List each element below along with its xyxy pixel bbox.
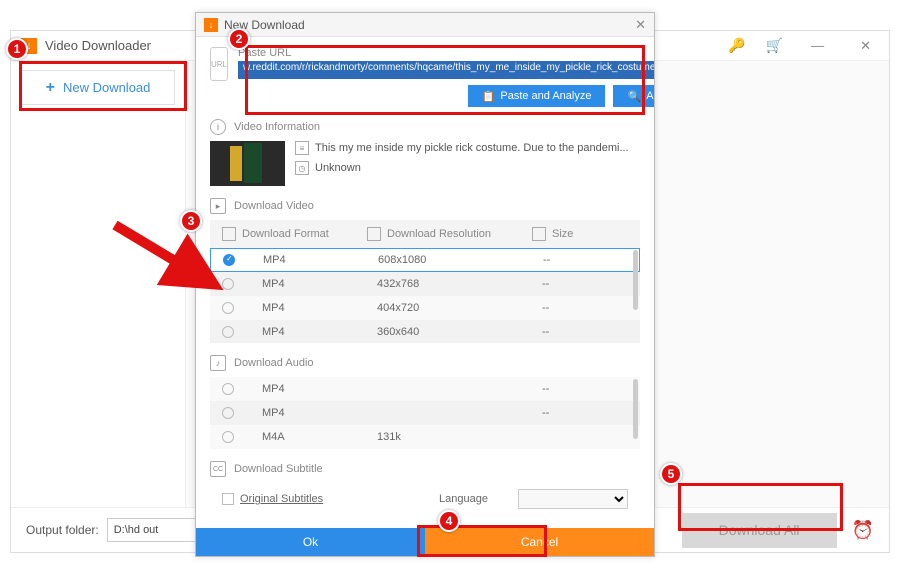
video-table-body: MP4608x1080--MP4432x768--MP4404x720--MP4… — [210, 248, 640, 343]
paste-icon: 📋 — [482, 90, 496, 103]
table-row[interactable]: MP4 608x1080 -- — [210, 248, 640, 272]
scrollbar-thumb[interactable] — [633, 379, 638, 439]
row-format: MP4 — [262, 278, 367, 290]
download-all-button[interactable]: Download All — [682, 513, 837, 548]
format-icon — [222, 227, 236, 241]
row-resolution: 432x768 — [377, 278, 532, 290]
video-info-header: i Video Information — [210, 119, 640, 135]
close-button[interactable]: ✕ — [852, 38, 879, 54]
original-subtitles-label: Original Subtitles — [240, 493, 323, 505]
table-row[interactable]: MP4 -- — [210, 401, 640, 425]
row-format: MP4 — [262, 302, 367, 314]
row-radio[interactable] — [222, 383, 234, 395]
minimize-button[interactable]: — — [803, 38, 832, 53]
original-subtitles-checkbox[interactable] — [222, 493, 234, 505]
video-title: This my me inside my pickle rick costume… — [315, 142, 629, 154]
row-radio[interactable] — [222, 278, 234, 290]
new-download-button[interactable]: + New Download — [21, 70, 175, 105]
new-download-label: New Download — [63, 80, 150, 95]
row-radio[interactable] — [222, 302, 234, 314]
dialog-icon: ↓ — [204, 18, 218, 32]
row-resolution: 131k — [377, 431, 532, 443]
cancel-button[interactable]: Cancel — [425, 528, 654, 556]
plus-icon: + — [46, 79, 55, 97]
output-folder-label: Output folder: — [26, 523, 99, 537]
key-icon[interactable]: 🔑 — [728, 37, 745, 54]
language-select[interactable] — [518, 489, 628, 509]
callout-4: 4 — [438, 510, 460, 532]
row-format: M4A — [262, 431, 367, 443]
clock-icon: ◷ — [295, 161, 309, 175]
search-icon: 🔍 — [627, 90, 641, 103]
size-icon — [532, 227, 546, 241]
row-format: MP4 — [262, 407, 367, 419]
language-label: Language — [439, 493, 488, 505]
row-format: MP4 — [263, 254, 368, 266]
scrollbar-thumb[interactable] — [633, 250, 638, 310]
table-row[interactable]: M4A 131k — [210, 425, 640, 449]
callout-3: 3 — [180, 210, 202, 232]
audio-table-body: MP4 -- MP4 -- M4A 131k — [210, 377, 640, 449]
video-duration: Unknown — [315, 162, 361, 174]
row-size: -- — [542, 383, 628, 395]
row-size: -- — [542, 326, 628, 338]
sidebar: + New Download — [11, 62, 186, 507]
info-icon: i — [210, 119, 226, 135]
schedule-icon[interactable]: ⏰ — [852, 520, 874, 541]
dialog-titlebar: ↓ New Download ✕ — [196, 13, 654, 37]
row-size: -- — [543, 254, 627, 266]
video-thumbnail — [210, 141, 285, 186]
table-row[interactable]: MP4 -- — [210, 377, 640, 401]
cart-icon[interactable]: 🛒 — [766, 37, 783, 54]
callout-1: 1 — [6, 38, 28, 60]
table-row[interactable]: MP4 360x640 -- — [210, 320, 640, 343]
ok-button[interactable]: Ok — [196, 528, 425, 556]
row-size: -- — [542, 407, 628, 419]
video-table-header: Download Format Download Resolution Size — [210, 220, 640, 248]
paste-analyze-button[interactable]: 📋Paste and Analyze — [468, 85, 606, 107]
row-size: -- — [542, 278, 628, 290]
download-audio-header: ♪ Download Audio — [210, 355, 640, 371]
app-title: Video Downloader — [45, 38, 151, 53]
dialog-footer: Ok Cancel — [196, 528, 654, 556]
resolution-icon — [367, 227, 381, 241]
download-subtitle-header: CC Download Subtitle — [210, 461, 640, 477]
row-radio[interactable] — [222, 431, 234, 443]
row-resolution: 360x640 — [377, 326, 532, 338]
row-radio[interactable] — [223, 254, 235, 266]
row-format: MP4 — [262, 326, 367, 338]
row-resolution: 404x720 — [377, 302, 532, 314]
row-format: MP4 — [262, 383, 367, 395]
audio-icon: ♪ — [210, 355, 226, 371]
title-icon: ≡ — [295, 141, 309, 155]
paste-url-label: Paste URL — [238, 47, 654, 59]
row-radio[interactable] — [222, 326, 234, 338]
cc-icon: CC — [210, 461, 226, 477]
dialog-close-button[interactable]: ✕ — [635, 17, 646, 33]
row-size: -- — [542, 302, 628, 314]
callout-2: 2 — [228, 28, 250, 50]
subtitle-row: Original Subtitles Language — [210, 483, 640, 515]
new-download-dialog: ↓ New Download ✕ URL Paste URL w.reddit.… — [195, 12, 655, 557]
table-row[interactable]: MP4 432x768 -- — [210, 272, 640, 296]
url-file-icon: URL — [210, 47, 228, 81]
download-video-header: ▸ Download Video — [210, 198, 640, 214]
row-resolution: 608x1080 — [378, 254, 533, 266]
analyze-button[interactable]: 🔍Analyze — [613, 85, 654, 107]
video-icon: ▸ — [210, 198, 226, 214]
table-row[interactable]: MP4 404x720 -- — [210, 296, 640, 320]
output-folder-input[interactable] — [107, 518, 207, 542]
row-radio[interactable] — [222, 407, 234, 419]
url-input[interactable]: w.reddit.com/r/rickandmorty/comments/hqc… — [238, 61, 654, 79]
callout-5: 5 — [660, 463, 682, 485]
